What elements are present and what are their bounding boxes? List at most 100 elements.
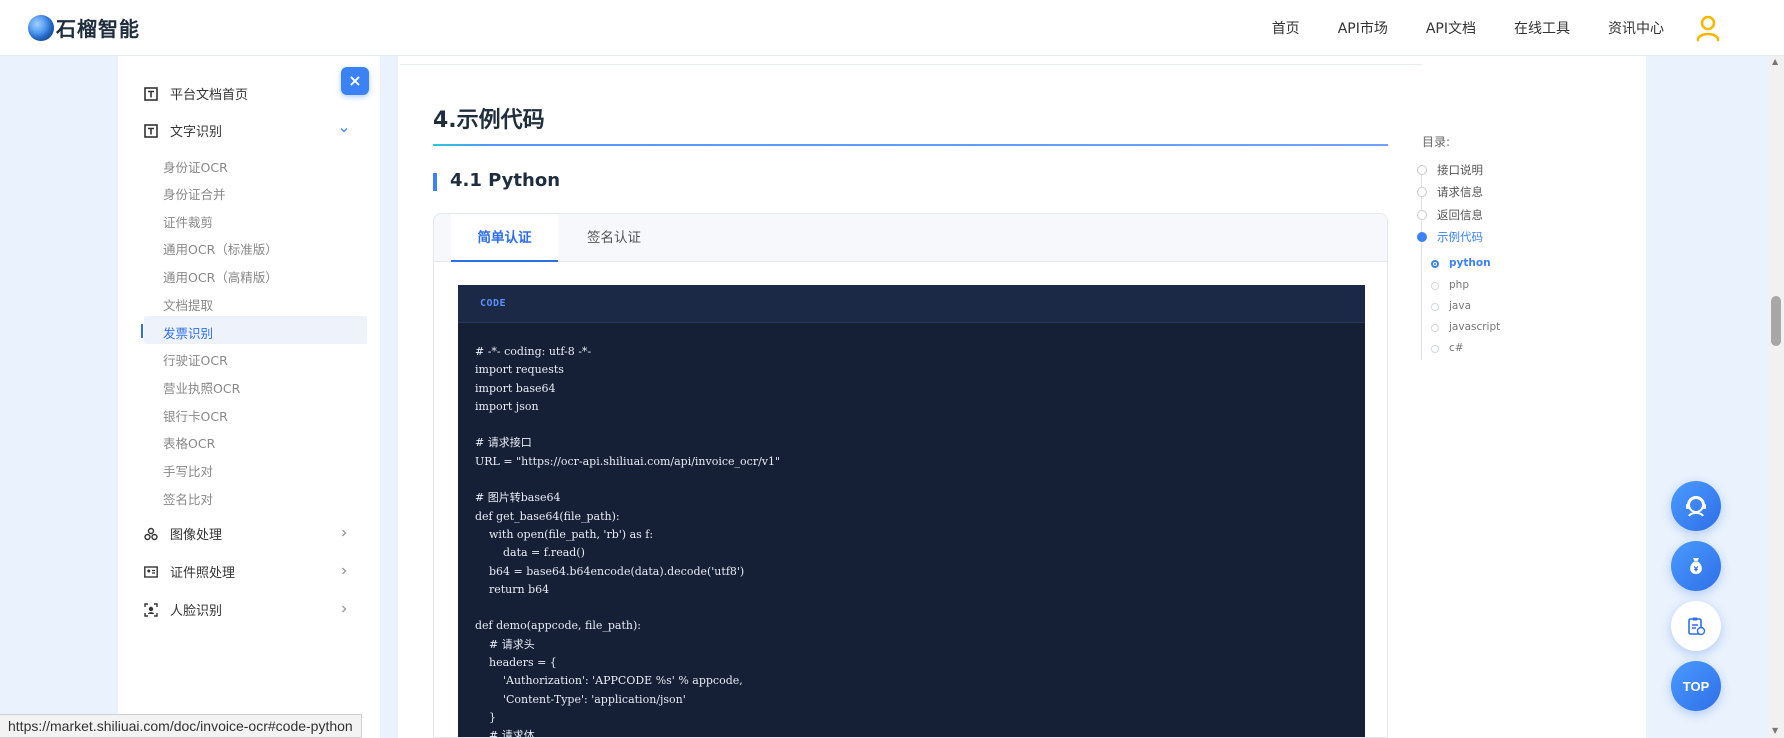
code-line: with open(file_path, 'rb') as f: (475, 527, 654, 541)
code-line: def demo(appcode, file_path): (475, 619, 641, 633)
sidebar-sub-item[interactable]: 身份证合并 (163, 184, 226, 203)
sidebar-sub-item[interactable]: 营业执照OCR (163, 378, 240, 397)
sidebar-sub-item[interactable]: 证件裁剪 (163, 212, 213, 231)
image-process-icon (144, 527, 158, 541)
toc-item-request-info[interactable]: 请求信息 (1437, 184, 1483, 200)
sidebar-sub-item[interactable]: 行驶证OCR (163, 350, 228, 369)
toc-sub-php[interactable]: php (1449, 279, 1469, 291)
sidebar-sub-item[interactable]: 通用OCR（高精版） (163, 267, 278, 286)
subsection-title: 4.1 Python (450, 170, 561, 191)
toc-subdot (1431, 345, 1439, 353)
sidebar-item-label: 证件照处理 (170, 566, 236, 581)
code-line: import base64 (475, 381, 556, 395)
toc-item-response-info[interactable]: 返回信息 (1437, 207, 1483, 223)
feedback-button[interactable] (1671, 601, 1721, 651)
code-line: # 图片转base64 (475, 491, 561, 505)
code-line: 'Content-Type': 'application/json' (475, 692, 686, 706)
clipboard-icon (1688, 617, 1706, 636)
sidebar-item-face-recognition[interactable]: 人脸识别 (144, 600, 347, 619)
code-example-card: 简单认证 签名认证 CODE # -*- coding: utf-8 -*- im… (433, 213, 1388, 738)
sidebar-item-label: 文字识别 (170, 125, 223, 140)
code-line: } (475, 710, 496, 724)
tab-signature-auth[interactable]: 签名认证 (564, 214, 664, 262)
code-line: URL = "https://ocr-api.shiliuai.com/api/… (475, 454, 781, 468)
sidebar-sub-item[interactable]: 签名比对 (163, 489, 213, 508)
sidebar-item-label: 图像处理 (170, 528, 223, 543)
sidebar-sub-item[interactable]: 文档提取 (163, 295, 213, 314)
code-line: data = f.read() (475, 546, 585, 560)
divider (400, 64, 1422, 65)
nav-home[interactable]: 首页 (1272, 18, 1300, 38)
toc-sub-csharp[interactable]: c# (1449, 342, 1464, 354)
logo-icon (28, 14, 54, 41)
sidebar-sub-item[interactable]: 身份证OCR (163, 157, 228, 176)
sidebar-item-id-photo[interactable]: 证件照处理 (144, 562, 347, 581)
toc-item-sample-code[interactable]: 示例代码 (1437, 229, 1483, 245)
section-title: 4.示例代码 (433, 108, 545, 133)
sidebar-item-image-processing[interactable]: 图像处理 (144, 524, 347, 543)
scrollbar-thumb[interactable] (1771, 296, 1781, 346)
toc-sub-javascript[interactable]: javascript (1449, 321, 1500, 333)
section-title-underline (433, 144, 1388, 146)
code-block[interactable]: CODE # -*- coding: utf-8 -*- import reque… (458, 285, 1365, 738)
scroll-up-arrow-icon[interactable]: ▲ (1772, 57, 1778, 66)
face-scan-icon (144, 602, 158, 617)
code-line: 'Authorization': 'APPCODE %s' % appcode, (475, 674, 743, 688)
main-nav: 首页 API市场 API文档 在线工具 资讯中心 (1234, 0, 1664, 56)
code-line: import json (475, 399, 539, 413)
auth-tabs: 简单认证 签名认证 (434, 214, 1387, 262)
code-language-tag: CODE (480, 298, 507, 309)
toc-subdot (1431, 324, 1439, 332)
toc-subdot (1431, 282, 1439, 290)
sidebar-item-label: 平台文档首页 (170, 88, 249, 103)
customer-service-button[interactable] (1671, 481, 1721, 531)
nav-api-market[interactable]: API市场 (1338, 18, 1388, 38)
top-navbar: 石榴智能 首页 API市场 API文档 在线工具 资讯中心 (0, 0, 1784, 56)
chevron-right-icon (339, 565, 349, 579)
code-line: return b64 (475, 582, 550, 596)
money-bag-icon (1690, 558, 1702, 574)
nav-api-docs[interactable]: API文档 (1426, 18, 1476, 38)
code-line: # 请求接口 (475, 436, 532, 450)
id-photo-icon (144, 565, 158, 579)
code-line: # 请求体 (475, 729, 535, 738)
nav-online-tools[interactable]: 在线工具 (1514, 18, 1570, 38)
toc-sub-java[interactable]: java (1449, 300, 1471, 312)
doc-sidebar (118, 56, 380, 738)
code-block-header: CODE (458, 285, 1365, 323)
code-line: b64 = base64.b64encode(data).decode('utf… (475, 564, 745, 578)
subsection-marker (433, 173, 437, 191)
site-logo[interactable]: 石榴智能 (28, 13, 140, 42)
nav-news[interactable]: 资讯中心 (1608, 18, 1664, 38)
sidebar-sub-item[interactable]: 银行卡OCR (163, 406, 228, 425)
chevron-down-icon (339, 124, 349, 138)
back-to-top-button[interactable]: TOP (1671, 661, 1721, 711)
tab-simple-auth[interactable]: 简单认证 (451, 214, 558, 262)
code-line: def get_base64(file_path): (475, 509, 620, 523)
sidebar-item-doc-home[interactable]: 平台文档首页 (144, 84, 248, 103)
sidebar-sub-item[interactable]: 表格OCR (163, 433, 215, 452)
toc-sub-python[interactable]: python (1449, 257, 1491, 269)
sidebar-sub-item[interactable]: 手写比对 (163, 461, 213, 480)
code-line: headers = { (475, 656, 557, 670)
page-scrollbar[interactable] (1768, 56, 1784, 738)
code-line: # 请求头 (475, 637, 535, 651)
user-icon[interactable] (1695, 14, 1721, 42)
toc-title: 目录: (1422, 135, 1451, 149)
pricing-button[interactable] (1671, 541, 1721, 591)
scroll-down-arrow-icon[interactable]: ▼ (1772, 726, 1778, 735)
code-text[interactable]: # -*- coding: utf-8 -*- import requests im… (475, 343, 781, 738)
sidebar-close-button[interactable]: × (341, 67, 369, 95)
toc-item-api-desc[interactable]: 接口说明 (1437, 162, 1483, 178)
sidebar-item-label: 人脸识别 (170, 604, 223, 619)
toc-subdot-active (1431, 260, 1439, 268)
toc-dot (1417, 165, 1427, 175)
toc-dot (1417, 210, 1427, 220)
sidebar-item-text-recognition[interactable]: 文字识别 (144, 121, 348, 140)
chevron-right-icon (339, 527, 349, 541)
sidebar-active-indicator (141, 324, 143, 338)
sidebar-sub-item-active[interactable]: 发票识别 (163, 323, 213, 342)
sidebar-sub-item[interactable]: 通用OCR（标准版） (163, 239, 278, 258)
